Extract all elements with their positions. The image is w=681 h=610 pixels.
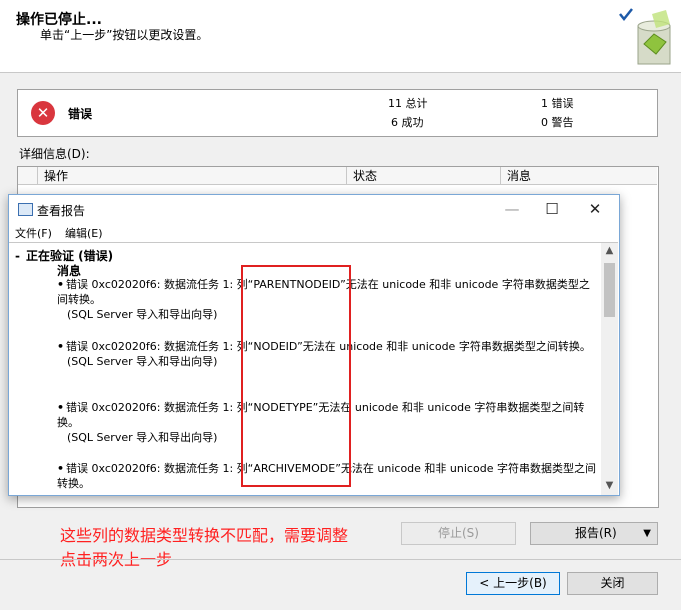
wizard-header: 操作已停止... 单击“上一步”按钮以更改设置。 (0, 0, 681, 73)
table-header-icon-col (18, 167, 38, 185)
report-menubar: 文件(F) 编辑(E) (9, 223, 619, 241)
column-header-action[interactable]: 操作 (38, 167, 347, 185)
bullet-icon: • (57, 340, 65, 353)
wizard-banner-icon (619, 8, 671, 65)
success-count: 6 成功 (391, 116, 424, 129)
report-titlebar[interactable]: 查看报告 — ☐ ✕ (9, 195, 619, 223)
stop-button[interactable]: 停止(S) (401, 522, 516, 545)
close-icon[interactable]: ✕ (575, 197, 615, 221)
minimize-icon[interactable]: — (492, 197, 532, 221)
back-button[interactable]: < 上一步(B) (466, 572, 560, 595)
summary-status: 错误 (68, 107, 93, 121)
report-button[interactable]: 报告(R) ▼ (530, 522, 658, 545)
summary-panel: ✕ 错误 11 总计 6 成功 1 错误 0 警告 (17, 89, 658, 137)
column-header-message[interactable]: 消息 (501, 167, 657, 185)
scrollbar-thumb[interactable] (604, 263, 615, 317)
footer-divider (0, 559, 681, 560)
menu-file[interactable]: 文件(F) (15, 225, 52, 241)
highlight-box (241, 265, 351, 487)
column-header-status[interactable]: 状态 (347, 167, 501, 185)
details-label: 详细信息(D): (19, 147, 90, 161)
scroll-down-icon[interactable]: ▼ (601, 478, 618, 494)
error-icon: ✕ (31, 101, 55, 125)
dropdown-arrow-icon[interactable]: ▼ (643, 523, 651, 544)
collapse-icon[interactable]: - (15, 249, 20, 263)
report-icon (18, 203, 33, 216)
bullet-icon: • (57, 462, 65, 475)
close-button[interactable]: 关闭 (567, 572, 658, 595)
error-count: 1 错误 (541, 97, 574, 110)
bullet-icon: • (57, 401, 65, 414)
page-subtitle: 单击“上一步”按钮以更改设置。 (40, 28, 209, 42)
maximize-icon[interactable]: ☐ (532, 197, 572, 221)
warning-count: 0 警告 (541, 116, 574, 129)
total-count: 11 总计 (388, 97, 428, 110)
annotation-text: 这些列的数据类型转换不匹配，需要调整 点击两次上一步 (60, 526, 349, 569)
scroll-up-icon[interactable]: ▲ (601, 243, 618, 259)
bullet-icon: • (57, 278, 65, 291)
menu-edit[interactable]: 编辑(E) (65, 225, 103, 241)
report-button-label: 报告(R) (575, 526, 617, 540)
report-scrollbar[interactable]: ▲ ▼ (601, 242, 618, 495)
report-window-title: 查看报告 (37, 204, 86, 218)
